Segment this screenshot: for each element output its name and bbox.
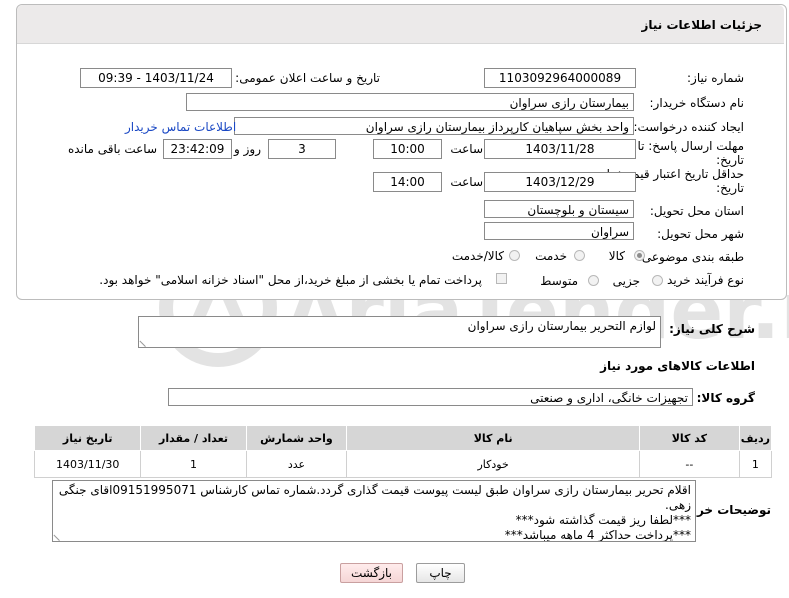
process-radio-medium[interactable] (588, 275, 599, 286)
col-header-row-number: ردیف (738, 425, 773, 451)
validity-date-field: 1403/12/29 (484, 172, 636, 192)
goods-group-field: تجهیزات خانگی، اداری و صنعتی (168, 388, 693, 406)
deadline-time-field: 10:00 (373, 139, 442, 159)
cell-unit: عدد (245, 450, 348, 478)
goods-info-title: اطلاعات کالاهای مورد نیاز (600, 359, 755, 373)
category-radio-service[interactable] (574, 250, 585, 261)
print-button[interactable]: چاپ (416, 563, 465, 583)
goods-group-label: گروه کالا: (696, 391, 755, 405)
days-label: روز و (234, 142, 261, 156)
requester-field: واحد بخش سپاهیان کارپرداز بیمارستان رازی… (234, 117, 634, 135)
announce-datetime-field: 1403/11/24 - 09:39 (80, 68, 232, 88)
col-header-need-date: تاریخ نیاز (33, 425, 142, 451)
province-field: سیستان و بلوچستان (484, 200, 634, 218)
buyer-org-label: نام دستگاه خریدار: (649, 96, 745, 110)
process-option-minor: جزیی (612, 274, 640, 288)
resize-grip-icon (139, 334, 152, 347)
col-header-unit: واحد شمارش (245, 425, 348, 451)
panel-header: جزئیات اطلاعات نیاز (17, 5, 784, 44)
category-label: طبقه بندی موضوعی: (637, 250, 744, 264)
description-textarea: لوازم التحریر بیمارستان رازی سراوان (138, 316, 661, 348)
description-text: لوازم التحریر بیمارستان رازی سراوان (467, 319, 656, 333)
buyer-notes-line-2: زهی. (665, 498, 691, 512)
deadline-time-label: ساعت (450, 142, 483, 156)
description-label: شرح کلی نیاز: (669, 322, 755, 336)
buyer-org-field: بیمارستان رازی سراوان (186, 93, 634, 111)
city-label: شهر محل تحویل: (657, 227, 744, 241)
province-label: استان محل تحویل: (649, 204, 744, 218)
process-label: نوع فرآیند خرید : (659, 273, 744, 287)
category-option-service: خدمت (535, 249, 567, 263)
announce-label: تاریخ و ساعت اعلان عمومی: (235, 71, 380, 85)
buyer-notes-textarea: اقلام تحریر بیمارستان رازی سراوان طبق لی… (52, 480, 696, 542)
category-option-goods-service: کالا/خدمت (451, 249, 504, 263)
deadline-date-field: 1403/11/28 (484, 139, 636, 159)
col-header-quantity: تعداد / مقدار (140, 425, 247, 451)
requester-label: ایجاد کننده درخواست: (633, 120, 744, 134)
time-remaining-label: ساعت باقی مانده (67, 142, 157, 156)
goods-table: ردیف کد کالا نام کالا واحد شمارش تعداد /… (33, 425, 773, 478)
treasury-payment-note: پرداخت تمام یا بخشی از مبلغ خرید،از محل … (99, 273, 482, 287)
cell-goods-code: -- (638, 450, 740, 478)
col-header-goods-code: کد کالا (638, 425, 740, 451)
days-remaining-field: 3 (268, 139, 336, 159)
page-title: جزئیات اطلاعات نیاز (641, 18, 762, 32)
buyer-notes-line-1: اقلام تحریر بیمارستان رازی سراوان طبق لی… (58, 483, 691, 497)
deadline-label: مهلت ارسال پاسخ: تا (637, 139, 744, 153)
time-remaining-field: 23:42:09 (163, 139, 232, 159)
col-header-goods-name: نام کالا (346, 425, 640, 451)
cell-row-number: 1 (738, 450, 773, 478)
deadline-label-date: تاریخ: (716, 153, 744, 167)
cell-goods-name: خودکار (346, 450, 640, 478)
table-row: 1 -- خودکار عدد 1 1403/11/30 (33, 450, 773, 478)
buyer-notes-line-3: ***لطفا ریز قیمت گذاشته شود*** (515, 513, 691, 527)
validity-time-label: ساعت (450, 175, 483, 189)
validity-label-date: تاریخ: (716, 181, 744, 195)
table-header-row: ردیف کد کالا نام کالا واحد شمارش تعداد /… (33, 425, 773, 451)
process-radio-minor[interactable] (652, 275, 663, 286)
need-number-label: شماره نیاز: (687, 71, 744, 85)
city-field: سراوان (484, 222, 634, 240)
cell-quantity: 1 (140, 450, 247, 478)
back-button[interactable]: بازگشت (340, 563, 403, 583)
need-number-field: 1103092964000089 (484, 68, 636, 88)
category-radio-goods[interactable] (634, 250, 645, 261)
process-option-medium: متوسط (540, 274, 578, 288)
buyer-contact-link[interactable]: اطلاعات تماس خریدار (125, 120, 236, 134)
category-radio-goods-service[interactable] (509, 250, 520, 261)
treasury-payment-checkbox[interactable] (496, 273, 507, 284)
validity-time-field: 14:00 (373, 172, 442, 192)
buyer-notes-line-4: ***پرداخت حداکثر 4 ماهه میباشد*** (504, 528, 691, 542)
category-option-goods: کالا (608, 249, 625, 263)
cell-need-date: 1403/11/30 (33, 450, 142, 478)
